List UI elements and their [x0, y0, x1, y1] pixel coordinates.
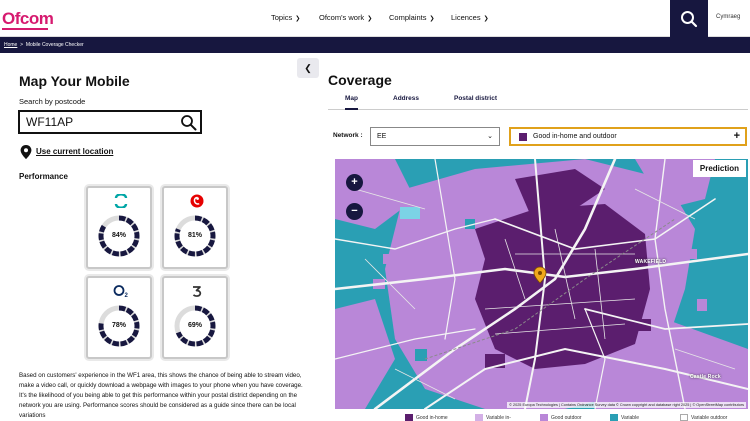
top-navigation: Ofcom Topics ❯ Ofcom's work ❯ Complaints ❯ … [0, 0, 750, 37]
postcode-input[interactable] [18, 110, 202, 134]
breadcrumb-separator: > [18, 42, 25, 48]
legend-swatch [405, 414, 413, 421]
map-canvas [335, 159, 748, 409]
vodafone-score: 81% [187, 232, 202, 239]
legend-item: Good in-home [405, 414, 448, 421]
network-label: Network : [333, 132, 363, 139]
tab-address[interactable]: Address [393, 95, 419, 102]
operator-card-vodafone[interactable]: 81% [162, 186, 228, 269]
site-search-button[interactable] [670, 0, 708, 37]
legend-swatch [680, 414, 688, 421]
chevron-down-icon: ❯ [483, 16, 489, 22]
chevron-down-icon: ❯ [429, 16, 435, 22]
map-legend: Good in-home Variable in- Good outdoor V… [335, 412, 748, 421]
ee-logo-icon [114, 194, 128, 208]
legend-label: Good outdoor [551, 414, 582, 421]
map-place-label: WAKEFIELD [635, 259, 667, 265]
use-current-location-link[interactable]: Use current location [36, 147, 113, 156]
language-toggle[interactable]: Cymraeg [716, 14, 740, 20]
nav-complaints[interactable]: Complaints ❯ [389, 13, 435, 22]
good-indoor-swatch [519, 133, 527, 141]
nav-ofcoms-work-label: Ofcom's work [319, 13, 365, 22]
plus-icon: + [733, 130, 740, 142]
network-select-value: EE [377, 133, 387, 140]
nav-licences[interactable]: Licences ❯ [451, 13, 489, 22]
legend-label: Good in-home [416, 414, 448, 421]
postcode-label: Search by postcode [19, 97, 86, 106]
legend-label: Variable outdoor [691, 414, 728, 421]
legend-swatch [540, 414, 548, 421]
nav-licences-label: Licences [451, 13, 481, 22]
legend-item: Variable outdoor [680, 414, 727, 421]
logo-underline [2, 28, 48, 30]
three-score: 69% [187, 322, 202, 329]
vodafone-logo-icon [190, 194, 204, 208]
map-attribution: © 2025 Europa Technologies | Contains Or… [507, 402, 746, 408]
search-icon [681, 10, 698, 27]
nav-ofcoms-work[interactable]: Ofcom's work ❯ [319, 13, 372, 22]
coverage-title: Coverage [328, 72, 392, 88]
three-logo-icon [192, 286, 202, 297]
legend-item: Good outdoor [540, 414, 582, 421]
o2-logo-icon: 2 [113, 285, 129, 298]
legend-item: Variable in- [475, 414, 511, 421]
coverage-map[interactable]: + − Prediction WAKEFIELD Castle Rock © 2… [335, 159, 748, 409]
legend-label: Variable [621, 414, 639, 421]
left-panel: Map Your Mobile Search by postcode Use c… [0, 53, 316, 421]
location-pin-icon [20, 145, 32, 159]
performance-description: Based on customers' experience in the WF… [19, 372, 303, 419]
zoom-out-button[interactable]: − [346, 203, 363, 220]
legend-item: Variable [610, 414, 639, 421]
operator-card-o2[interactable]: 2 78% [86, 276, 152, 359]
coverage-filter[interactable]: Good in-home and outdoor + [509, 127, 747, 146]
o2-score: 78% [111, 322, 126, 329]
breadcrumb-current: Mobile Coverage Checker [25, 42, 84, 48]
nav-topics-label: Topics [271, 13, 293, 22]
zoom-in-button[interactable]: + [346, 174, 363, 191]
nav-topics[interactable]: Topics ❯ [271, 13, 300, 22]
page-title: Map Your Mobile [19, 73, 130, 89]
operator-card-ee[interactable]: 84% [86, 186, 152, 269]
chevron-down-icon: ❯ [367, 16, 373, 22]
breadcrumb-home[interactable]: Home [4, 42, 17, 48]
chevron-down-icon: ⌄ [487, 133, 493, 140]
network-select[interactable]: EE ⌄ [370, 127, 500, 146]
ee-score: 84% [111, 232, 126, 239]
coverage-filter-label: Good in-home and outdoor [533, 133, 617, 140]
operator-card-three[interactable]: 69% [162, 276, 228, 359]
map-place-label: Castle Rock [690, 374, 721, 380]
legend-label: Variable in- [486, 414, 511, 421]
performance-label: Performance [19, 172, 68, 181]
coverage-tabs: Map Address Postal district [328, 92, 748, 110]
tab-map[interactable]: Map [345, 95, 358, 110]
legend-swatch [610, 414, 618, 421]
prediction-label: Prediction [692, 160, 746, 177]
breadcrumb: Home > Mobile Coverage Checker [0, 37, 750, 53]
collapse-panel-button[interactable]: ❮ [297, 58, 319, 78]
svg-text:2: 2 [125, 293, 129, 298]
search-icon[interactable] [180, 114, 198, 132]
nav-complaints-label: Complaints [389, 13, 427, 22]
ofcom-logo[interactable]: Ofcom [2, 9, 54, 29]
chevron-down-icon: ❯ [295, 16, 301, 22]
tab-postal-district[interactable]: Postal district [454, 95, 497, 102]
legend-swatch [475, 414, 483, 421]
chevron-left-icon: ❮ [304, 63, 312, 73]
